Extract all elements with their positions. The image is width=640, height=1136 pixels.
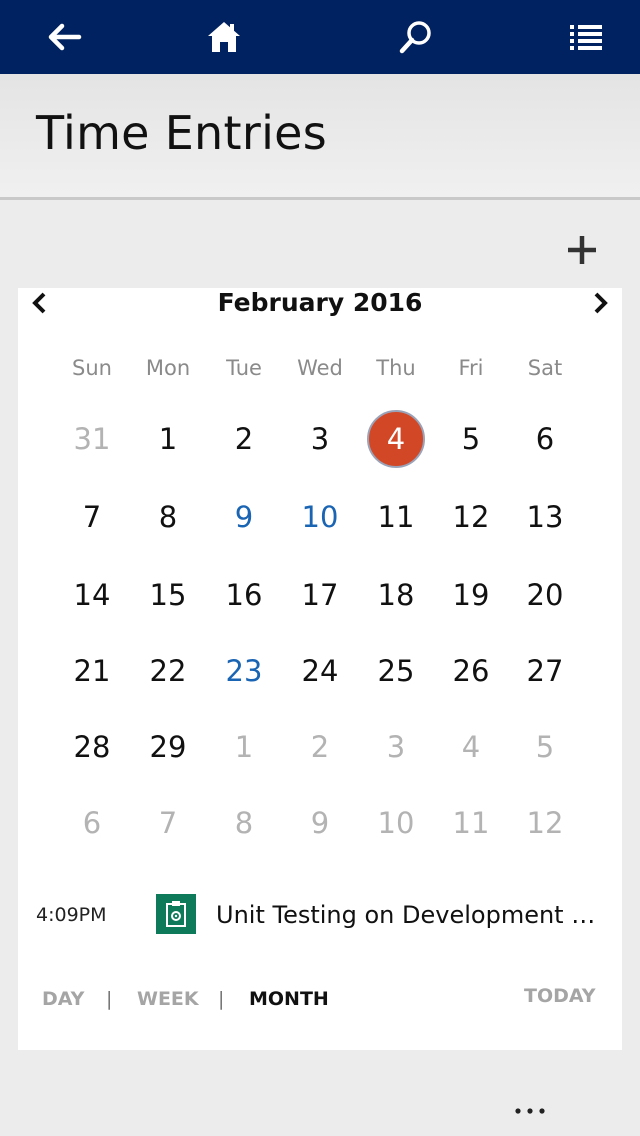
calendar-day[interactable]: 10 [288,485,352,549]
chevron-left-icon [32,292,46,314]
calendar-day-selected[interactable]: 4 [367,410,425,468]
top-nav-bar [0,0,640,74]
calendar-day[interactable]: 23 [212,639,276,703]
calendar-day[interactable]: 3 [288,407,352,471]
calendar-day[interactable]: 6 [513,407,577,471]
calendar-day[interactable]: 28 [60,715,124,779]
month-label: February 2016 [217,288,423,317]
calendar-day[interactable]: 27 [513,639,577,703]
plus-icon [568,236,596,264]
calendar-day[interactable]: 10 [364,791,428,855]
weekday-label: Sun [72,356,112,380]
entry-description: Unit Testing on Development En… [216,901,608,929]
calendar-day[interactable]: 9 [288,791,352,855]
view-separator: | [106,988,113,1010]
calendar-day[interactable]: 20 [513,563,577,627]
calendar-day[interactable]: 12 [513,791,577,855]
calendar-day[interactable]: 3 [364,715,428,779]
chevron-right-icon [594,292,608,314]
calendar-day[interactable]: 29 [136,715,200,779]
calendar-day[interactable]: 8 [212,791,276,855]
page-header: Time Entries [0,74,640,200]
more-options-button[interactable] [505,1096,555,1126]
prev-month-button[interactable] [20,288,60,318]
calendar-day[interactable]: 17 [288,563,352,627]
list-icon[interactable] [546,0,626,74]
weekday-label: Wed [297,356,343,380]
weekday-label: Fri [458,356,484,380]
view-month-tab[interactable]: MONTH [249,988,329,1010]
task-icon [156,894,196,934]
calendar-day[interactable]: 11 [364,485,428,549]
back-icon[interactable] [24,0,104,74]
weekday-label: Tue [226,356,262,380]
calendar-day[interactable]: 8 [136,485,200,549]
calendar-day[interactable]: 2 [212,407,276,471]
calendar-card: February 2016 Sun Mon Tue Wed Thu Fri Sat 31 1 2… [18,288,622,1050]
view-separator: | [218,988,225,1010]
add-entry-button[interactable] [560,228,604,272]
calendar-day[interactable]: 26 [439,639,503,703]
calendar-day[interactable]: 12 [439,485,503,549]
calendar-day[interactable]: 24 [288,639,352,703]
calendar-day[interactable]: 18 [364,563,428,627]
today-button[interactable]: TODAY [524,985,596,1007]
page-title: Time Entries [36,106,328,160]
calendar-day[interactable]: 31 [60,407,124,471]
time-entry-row[interactable]: 4:09PM Unit Testing on Development En… [18,892,622,938]
calendar-day[interactable]: 5 [513,715,577,779]
calendar-day[interactable]: 22 [136,639,200,703]
calendar-day[interactable]: 25 [364,639,428,703]
calendar-day[interactable]: 1 [136,407,200,471]
calendar-day[interactable]: 15 [136,563,200,627]
calendar-day[interactable]: 11 [439,791,503,855]
calendar-day[interactable]: 7 [60,485,124,549]
calendar-day[interactable]: 19 [439,563,503,627]
weekday-label: Sat [527,356,563,380]
calendar-day[interactable]: 14 [60,563,124,627]
view-week-tab[interactable]: WEEK [137,988,199,1010]
calendar-day[interactable]: 2 [288,715,352,779]
home-icon[interactable] [184,0,264,74]
calendar-day[interactable]: 4 [439,715,503,779]
entry-time: 4:09PM [36,904,107,926]
search-icon[interactable] [376,0,456,74]
weekday-label: Mon [145,356,191,380]
calendar-day[interactable]: 9 [212,485,276,549]
ellipsis-icon [515,1108,545,1114]
calendar-day[interactable]: 5 [439,407,503,471]
calendar-day[interactable]: 21 [60,639,124,703]
next-month-button[interactable] [580,288,620,318]
calendar-day[interactable]: 13 [513,485,577,549]
view-day-tab[interactable]: DAY [42,988,84,1010]
calendar-day[interactable]: 7 [136,791,200,855]
calendar-day[interactable]: 16 [212,563,276,627]
calendar-day[interactable]: 1 [212,715,276,779]
weekday-header: Sun Mon Tue Wed Thu Fri Sat [18,356,622,386]
weekday-label: Thu [376,356,416,380]
calendar-day[interactable]: 6 [60,791,124,855]
